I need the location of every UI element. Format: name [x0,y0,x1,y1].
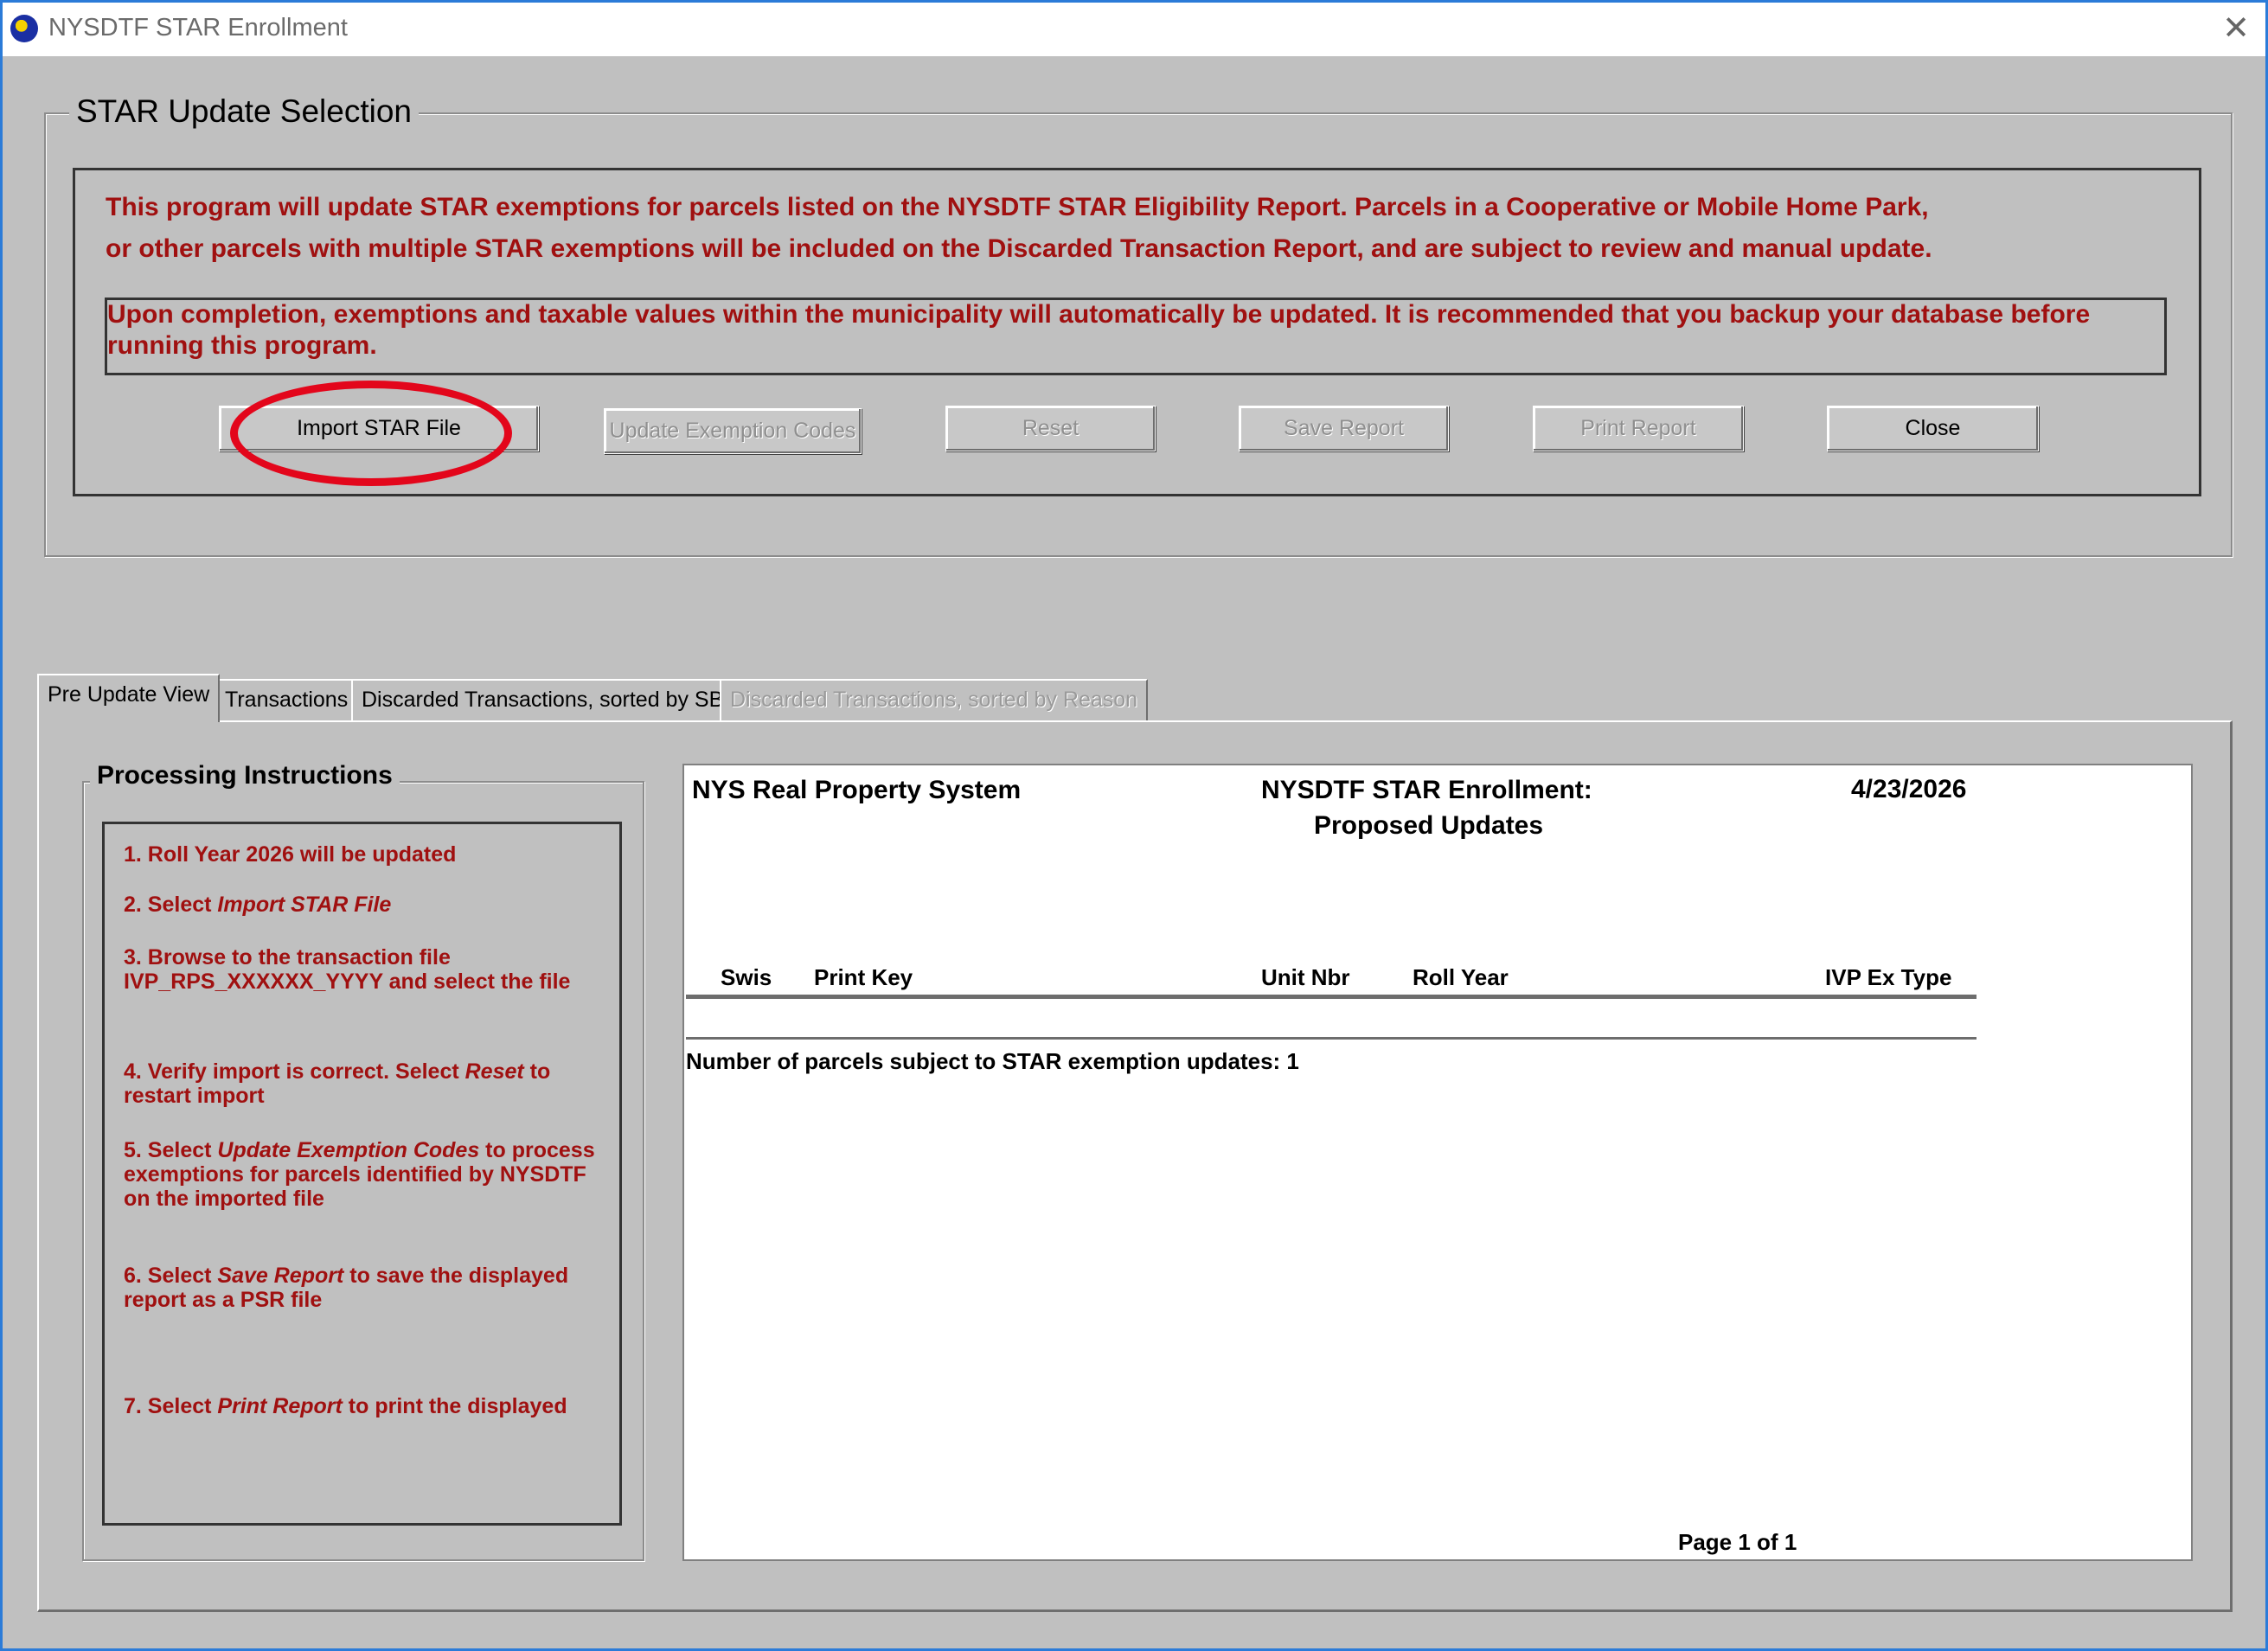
instruction-step-4: 4. Verify import is correct. Select Rese… [124,1059,608,1108]
warning-text: Upon completion, exemptions and taxable … [107,300,2091,360]
close-button[interactable]: Close [1827,406,2039,451]
step-4-emphasis: Reset [464,1059,524,1084]
processing-instructions-legend: Processing Instructions [90,761,400,790]
tab-pre-update-view[interactable]: Pre Update View [37,674,221,722]
window-title: NYSDTF STAR Enrollment [48,14,348,42]
window-close-icon[interactable]: ✕ [2214,7,2258,50]
column-header-swis: Swis [721,964,772,990]
print-report-button[interactable]: Print Report [1533,406,1744,451]
instruction-step-5: 5. Select Update Exemption Codes to proc… [124,1138,608,1211]
update-info-text: This program will update STAR exemptions… [106,187,1932,270]
report-preview[interactable] [682,764,2193,1561]
save-report-button[interactable]: Save Report [1239,406,1449,451]
tab-transactions[interactable]: Transactions [215,679,359,720]
page-indicator: Page 1 of 1 [1678,1529,1797,1555]
instruction-step-3: 3. Browse to the transaction file IVP_RP… [124,945,571,994]
reset-button[interactable]: Reset [945,406,1156,451]
step-6-text: 6. Select [124,1264,218,1288]
step-5-text: 5. Select [124,1138,218,1162]
update-selection-legend: STAR Update Selection [69,93,420,130]
report-subtitle: Proposed Updates [1314,811,1544,840]
report-date: 4/23/2026 [1851,775,1967,803]
step-2-emphasis: Import STAR File [217,893,392,917]
column-header-unit-nbr: Unit Nbr [1261,964,1350,990]
tab-discarded-by-reason[interactable]: Discarded Transactions, sorted by Reason [720,679,1149,720]
step-4-text: 4. Verify import is correct. Select [124,1059,465,1084]
column-header-ivp-ex-type: IVP Ex Type [1825,964,1952,990]
report-title: NYSDTF STAR Enrollment: [1261,776,1592,804]
footer-rule [686,1037,1976,1040]
parcel-count-text: Number of parcels subject to STAR exempt… [686,1048,1299,1074]
instruction-step-1: 1. Roll Year 2026 will be updated [124,842,457,867]
step-7-text: 7. Select [124,1394,218,1418]
instruction-step-2: 2. Select Import STAR File [124,893,608,917]
info-line-1: This program will update STAR exemptions… [106,193,1929,221]
step-2-text: 2. Select [124,893,218,917]
app-globe-icon [10,15,38,42]
tab-discarded-by-sbl[interactable]: Discarded Transactions, sorted by SBL [351,679,746,720]
info-line-2: or other parcels with multiple STAR exem… [106,234,1932,263]
column-header-print-key: Print Key [814,964,913,990]
report-system-name: NYS Real Property System [692,776,1022,804]
import-highlight-circle [230,381,512,486]
update-exemption-codes-button[interactable]: Update Exemption Codes [604,408,862,454]
step-7-text-post: to print the displayed [342,1394,567,1418]
instruction-step-7: 7. Select Print Report to print the disp… [124,1394,608,1418]
column-header-roll-year: Roll Year [1413,964,1509,990]
step-6-emphasis: Save Report [217,1264,344,1288]
instruction-step-6: 6. Select Save Report to save the displa… [124,1264,608,1312]
header-rule [686,995,1976,999]
step-7-emphasis: Print Report [217,1394,343,1418]
step-5-emphasis: Update Exemption Codes [217,1138,480,1162]
